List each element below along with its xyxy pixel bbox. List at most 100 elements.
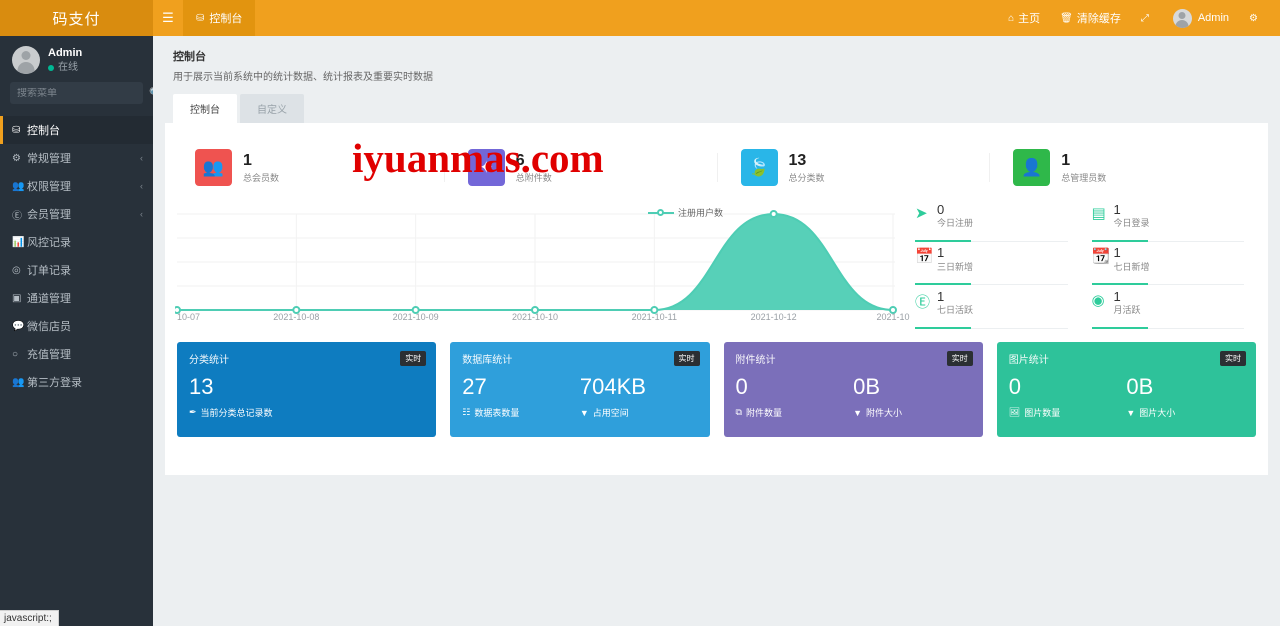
sidebar-item-5[interactable]: ◎ 订单记录 (0, 256, 153, 284)
topbar-action-trash[interactable]: 🗑 清除缓存 (1050, 0, 1131, 36)
stat-card-value: 13 (189, 374, 214, 399)
page-description: 用于展示当前系统中的统计数据、统计报表及重要实时数据 (173, 72, 433, 83)
calendar-icon: 📅 (915, 248, 934, 266)
user-name: Admin (48, 47, 83, 59)
sidebar-item-2[interactable]: 👥 权限管理 ‹ (0, 172, 153, 200)
topbar-tab-0[interactable]: ⛁ 控制台 (183, 0, 256, 36)
sidebar: 码支付 Admin 在线 🔍 ⛁控制台⚙常规管理‹👥权限管理‹Ⓔ会员管理‹📊风控… (0, 0, 161, 626)
legend-label: 注册用户数 (677, 208, 723, 218)
metric-value: 1 (1113, 288, 1121, 304)
stat-card-value: 27 (462, 374, 487, 399)
summary-stat-label: 总分类数 (788, 172, 825, 183)
stat-card-sub: ⧉ 附件数量 (736, 406, 854, 419)
trash-icon: 🗑 (1060, 12, 1073, 24)
chart-x-tick-1: 2021-10-08 (273, 312, 320, 322)
sidebar-item-4[interactable]: 📊 风控记录 (0, 228, 153, 256)
stat-card-column: 0 🖼 图片数量 (1008, 374, 1127, 419)
stat-card-label: 当前分类总记录数 (200, 408, 273, 419)
summary-stat-0: 👥 1 总会员数 (171, 141, 444, 194)
stat-card-3[interactable]: 图片统计 实时 0 🖼 图片数量 0B ▼ 图片大小 (996, 342, 1256, 437)
sidebar-item-9[interactable]: 👥 第三方登录 (0, 368, 153, 396)
sidebar-item-label: 常规管理 (27, 153, 71, 166)
summary-stat-value: 13 (788, 151, 807, 169)
topbar-action-fullscreen[interactable]: ⤢ (1131, 0, 1163, 36)
main-content: 控制台 用于展示当前系统中的统计数据、统计报表及重要实时数据 控制台 自定义 👥 1… (153, 36, 1280, 626)
stat-card-value: 0 (1008, 374, 1021, 399)
stat-card-spacer (307, 375, 425, 419)
status-badge: 实时 (400, 351, 427, 366)
leaf-icon: 🍃 (740, 149, 778, 186)
user-status-label: 在线 (58, 61, 78, 73)
page-title: 控制台 (173, 51, 206, 63)
sidebar-item-0[interactable]: ⛁ 控制台 (0, 116, 153, 145)
topbar-action-label: 清除缓存 (1076, 13, 1121, 25)
topbar-action-home[interactable]: ⌂ 主页 (998, 0, 1050, 36)
legend-marker-icon (647, 208, 674, 218)
chart-x-tick-5: 2021-10-12 (750, 312, 797, 322)
metric-1: ▤ 1 今日登录 (1082, 200, 1259, 243)
page-tabs: 控制台 自定义 (173, 94, 1280, 123)
chart-x-tick-6: 2021-10 (876, 312, 910, 322)
stat-card-label: 占用空间 (592, 408, 629, 419)
hamburger-icon[interactable]: ☰ (153, 10, 183, 26)
logo[interactable]: 码支付 (0, 0, 153, 36)
stat-card-title: 数据库统计 (462, 355, 513, 366)
stat-card-sub: ▼ 占用空间 (580, 406, 698, 419)
logo-text: 码支付 (52, 10, 101, 28)
sidebar-item-3[interactable]: Ⓔ 会员管理 ‹ (0, 200, 153, 228)
stat-card-sub: ▼ 附件大小 (853, 406, 971, 419)
topbar-tabs: ⛁ 控制台 (183, 0, 256, 36)
dashboard-panel: 👥 1 总会员数 ✦ 6 总附件数 🍃 13 总分类数 👤 1 总管理员数 注册用户数 10-07 20… (165, 123, 1268, 475)
users-icon: 👥 (12, 180, 25, 192)
stat-card-label: 数据表数量 (474, 408, 520, 419)
sidebar-item-label: 权限管理 (27, 181, 71, 194)
stat-card-2[interactable]: 附件统计 实时 0 ⧉ 附件数量 0B ▼ 附件大小 (723, 342, 983, 437)
chart-and-metrics: 注册用户数 10-07 2021-10-08 2021-10-09 2021-10-1… (165, 194, 1268, 330)
stat-card-label: 附件数量 (745, 408, 782, 419)
grid-icon: ▣ (12, 292, 22, 304)
summary-stat-value: 1 (243, 151, 252, 169)
sidebar-item-6[interactable]: ▣ 通道管理 (0, 284, 153, 312)
database-icon: ☷ (462, 407, 471, 418)
stat-card-1[interactable]: 数据库统计 实时 27 ☷ 数据表数量 704KB ▼ 占用空间 (450, 342, 710, 437)
stat-card-label: 附件大小 (866, 408, 903, 419)
user-meta: Admin 在线 (48, 46, 82, 74)
summary-stat-value: 1 (1061, 151, 1071, 169)
online-dot-icon (48, 64, 54, 71)
topbar-action-gear[interactable]: ⚙ (1239, 0, 1272, 36)
chart-point-5 (769, 210, 778, 218)
stat-card-column: 704KB ▼ 占用空间 (580, 374, 698, 419)
sidebar-item-8[interactable]: ○ 充值管理 (0, 340, 153, 368)
search-input[interactable] (17, 87, 149, 99)
metric-2: 📅 1 三日新增 (905, 243, 1082, 286)
metric-text: 1 七日新增 (1114, 245, 1150, 273)
page-tab-0[interactable]: 控制台 (173, 94, 237, 123)
clone-icon: ⧉ (735, 407, 742, 418)
page-tab-1[interactable]: 自定义 (240, 94, 304, 123)
metric-text: 0 今日注册 (937, 202, 973, 230)
chevron-left-icon: ‹ (140, 153, 143, 164)
magic-icon: ✦ (467, 149, 505, 186)
summary-stat-label: 总附件数 (515, 172, 552, 183)
summary-stat-label: 总管理员数 (1061, 172, 1107, 183)
sidebar-user[interactable]: Admin 在线 (0, 36, 153, 82)
summary-stat-1: ✦ 6 总附件数 (443, 141, 717, 194)
topbar-actions: ⌂ 主页 🗑 清除缓存 ⤢ Admin ⚙ (998, 0, 1280, 36)
chart-legend[interactable]: 注册用户数 (647, 206, 723, 219)
stat-card-label: 图片大小 (1139, 408, 1176, 419)
stat-card-0[interactable]: 分类统计 实时 13 ✒ 当前分类总记录数 (177, 342, 437, 437)
chart-x-tick-2: 2021-10-09 (392, 312, 439, 322)
chart-svg (175, 210, 897, 314)
sidebar-item-7[interactable]: 💬 微信店员 (0, 312, 153, 340)
search-box[interactable]: 🔍 (10, 82, 161, 105)
sidebar-item-1[interactable]: ⚙ 常规管理 ‹ (0, 144, 153, 172)
user-solid-icon: ◉ (1091, 291, 1105, 309)
topbar-action-user[interactable]: Admin (1163, 0, 1239, 36)
dashboard-icon: ⛁ (12, 124, 21, 136)
users-icon: 👥 (12, 376, 25, 388)
chevron-left-icon: ‹ (140, 181, 143, 192)
statistic-cards: 分类统计 实时 13 ✒ 当前分类总记录数 数据库统计 实时 27 ☷ 数据表数量 704KB ▼ 占用… (165, 330, 1268, 437)
metric-value: 1 (937, 288, 945, 304)
dashboard-icon: ⛁ (196, 12, 205, 24)
chart-x-axis: 10-07 2021-10-08 2021-10-09 2021-10-10 2021-… (175, 312, 910, 326)
